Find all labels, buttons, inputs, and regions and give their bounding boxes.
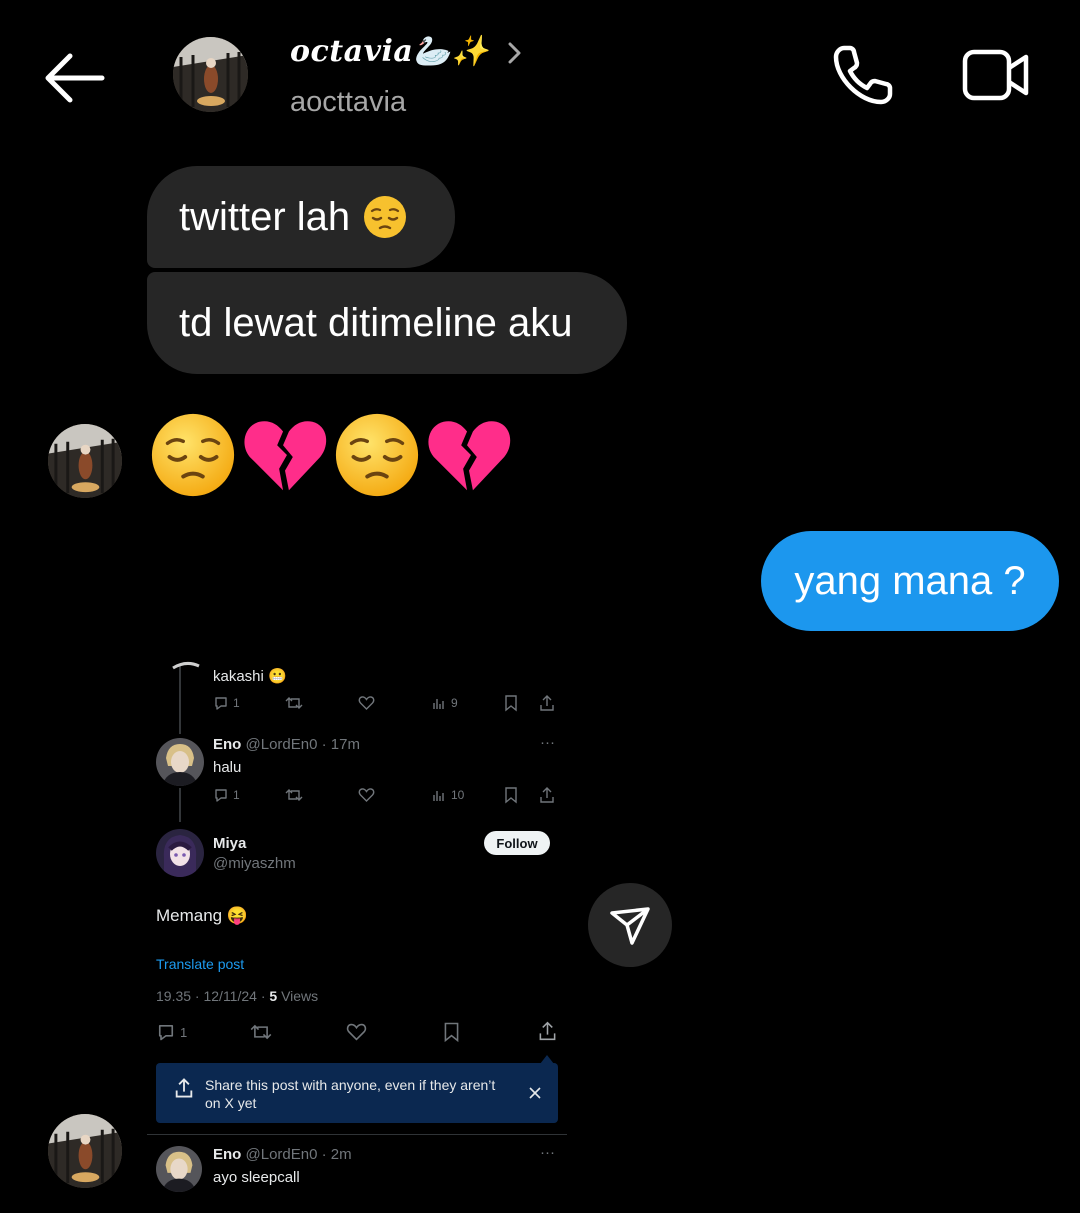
phone-icon xyxy=(833,45,893,105)
pensive-face-emoji xyxy=(362,194,408,240)
views-action: 9 xyxy=(431,695,458,711)
like-icon xyxy=(346,1023,367,1041)
divider xyxy=(147,1134,567,1135)
views-icon xyxy=(433,791,444,801)
message-bubble-sent[interactable]: yang mana ? xyxy=(761,531,1059,631)
user-avatar xyxy=(156,738,204,786)
bookmark-icon xyxy=(505,695,517,712)
reply-icon xyxy=(215,789,227,802)
reply-action: 1 xyxy=(213,695,240,711)
contact-avatar[interactable] xyxy=(173,37,248,112)
back-arrow-icon xyxy=(45,53,105,103)
share-icon xyxy=(540,695,554,711)
user-avatar xyxy=(156,1146,202,1192)
follow-button: Follow xyxy=(484,831,550,855)
share-tooltip: Share this post with anyone, even if the… xyxy=(156,1063,558,1123)
bookmark-icon xyxy=(444,1022,459,1043)
voice-call-button[interactable] xyxy=(830,42,896,108)
share-icon xyxy=(539,1021,556,1041)
post-timestamp: 19.35 · 12/11/24 · 5 Views xyxy=(156,988,319,1004)
message-bubble-received[interactable]: twitter lah xyxy=(147,166,455,268)
more-options-icon: ··· xyxy=(540,1144,555,1161)
share-icon xyxy=(175,1078,193,1098)
retweet-icon xyxy=(285,789,303,801)
reply-action: 1 xyxy=(213,787,240,803)
views-icon xyxy=(433,699,444,709)
pensive-face-emoji xyxy=(151,413,235,497)
post-author-handle: @miyaszhm xyxy=(213,855,296,872)
share-icon xyxy=(540,787,554,803)
thread-line xyxy=(179,664,181,734)
thread-line xyxy=(179,788,181,822)
user-avatar xyxy=(156,829,204,877)
reply-text: halu xyxy=(213,759,242,776)
translate-post-link: Translate post xyxy=(156,956,245,972)
contact-display-name[interactable]: octavia🦢✨ xyxy=(290,34,489,69)
reply-text: ayo sleepcall xyxy=(213,1169,300,1186)
retweet-icon xyxy=(250,1024,272,1040)
contact-username: aocttavia xyxy=(290,86,407,118)
avatar-fragment xyxy=(172,661,200,670)
retweet-icon xyxy=(285,697,303,709)
shared-screenshot-image[interactable]: kakashi 😬 1 9 Eno @LordEn0 · 17m ··· hal… xyxy=(147,656,567,1213)
pensive-face-emoji xyxy=(335,413,419,497)
close-icon xyxy=(529,1087,541,1099)
video-call-button[interactable] xyxy=(960,44,1032,106)
chevron-right-icon[interactable] xyxy=(505,38,525,68)
bookmark-icon xyxy=(505,787,517,804)
back-button[interactable] xyxy=(40,50,110,106)
broken-heart-emoji xyxy=(244,421,327,491)
reply-action: 1 xyxy=(156,1022,187,1042)
emoji-message[interactable] xyxy=(148,410,514,500)
like-icon xyxy=(358,696,375,710)
like-icon xyxy=(358,788,375,802)
reply-header: Eno @LordEn0 · 17m xyxy=(213,736,360,753)
reply-icon xyxy=(215,697,227,710)
send-icon xyxy=(610,907,650,945)
reply-icon xyxy=(158,1024,174,1041)
message-bubble-received[interactable]: td lewat ditimeline aku xyxy=(147,272,627,374)
more-options-icon: ··· xyxy=(540,734,555,751)
broken-heart-emoji xyxy=(428,421,511,491)
post-author-name: Miya xyxy=(213,835,247,852)
post-text: Memang 😝 xyxy=(156,906,249,925)
reply-text: kakashi 😬 xyxy=(213,668,287,685)
reply-header: Eno @LordEn0 · 2m xyxy=(213,1146,352,1163)
contact-avatar-small[interactable] xyxy=(48,424,122,498)
video-camera-icon xyxy=(962,49,1029,101)
name-emojis: 🦢✨ xyxy=(413,34,490,69)
views-action: 10 xyxy=(431,787,464,803)
contact-avatar-small[interactable] xyxy=(48,1114,122,1188)
forward-message-button[interactable] xyxy=(588,883,672,967)
